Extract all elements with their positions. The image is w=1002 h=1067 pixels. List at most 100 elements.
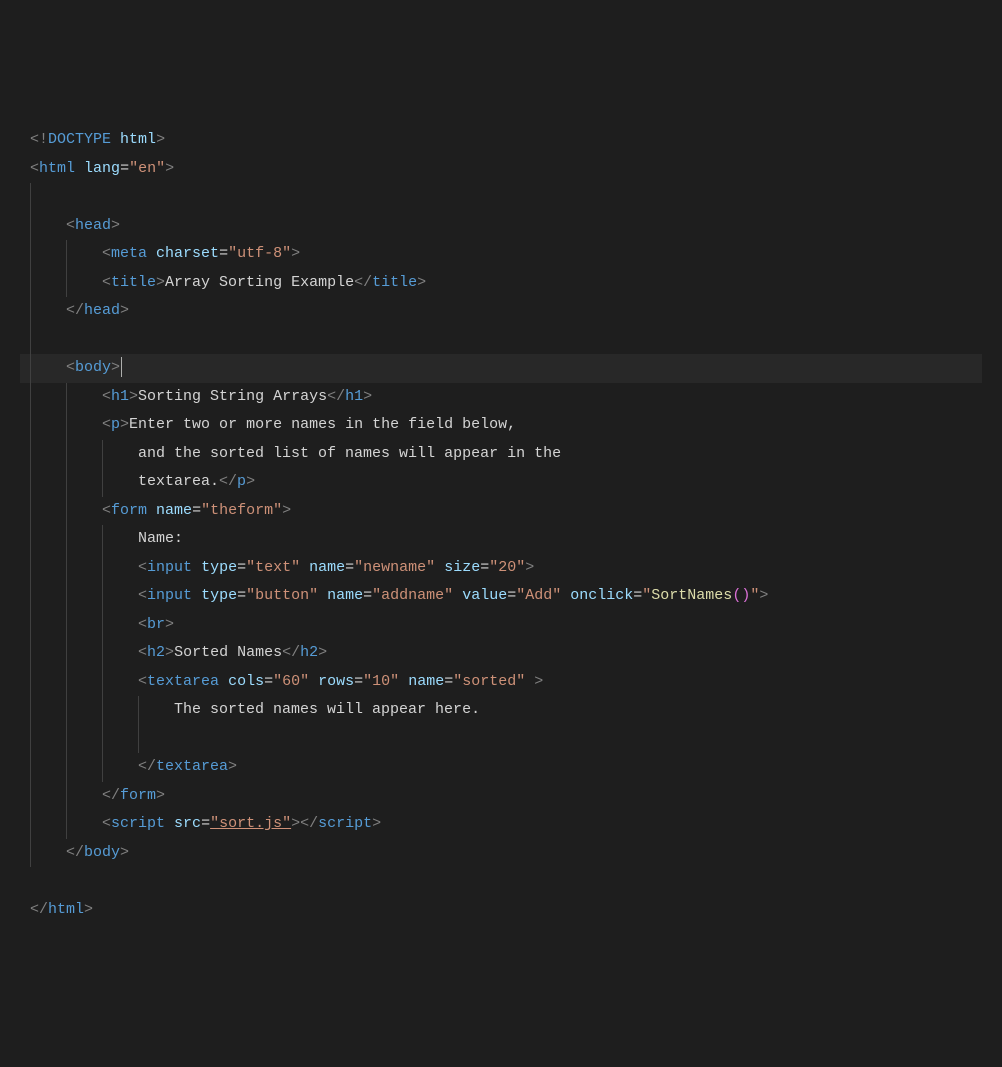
- token: script: [318, 815, 372, 832]
- code-line[interactable]: <input type="text" name="newname" size="…: [20, 554, 982, 583]
- line-content: <html lang="en">: [20, 155, 174, 184]
- code-line[interactable]: <html lang="en">: [20, 155, 982, 184]
- token: title: [111, 274, 156, 291]
- indent-guide: [30, 183, 31, 212]
- token: >: [363, 388, 372, 405]
- token: ></: [291, 815, 318, 832]
- code-line[interactable]: [20, 326, 982, 355]
- code-line[interactable]: </head>: [20, 297, 982, 326]
- token: =: [201, 815, 210, 832]
- code-line[interactable]: <meta charset="utf-8">: [20, 240, 982, 269]
- code-line[interactable]: <p>Enter two or more names in the field …: [20, 411, 982, 440]
- token: size: [444, 559, 480, 576]
- token: >: [282, 502, 291, 519]
- token: =: [264, 673, 273, 690]
- token: <: [66, 217, 75, 234]
- code-line[interactable]: </html>: [20, 896, 982, 925]
- indent-guide: [102, 725, 103, 754]
- code-line[interactable]: </form>: [20, 782, 982, 811]
- token: SortNames: [651, 587, 732, 604]
- code-line[interactable]: The sorted names will appear here.: [20, 696, 982, 725]
- code-line[interactable]: <head>: [20, 212, 982, 241]
- token: "en": [129, 160, 165, 177]
- token: "newname": [354, 559, 435, 576]
- line-content: and the sorted list of names will appear…: [20, 440, 561, 469]
- code-editor[interactable]: <!DOCTYPE html><html lang="en"><head><me…: [20, 126, 982, 924]
- token: h2: [147, 644, 165, 661]
- line-content: <title>Array Sorting Example</title>: [20, 269, 426, 298]
- line-content: </form>: [20, 782, 165, 811]
- token: Enter two or more names in the field bel…: [129, 416, 516, 433]
- token: >: [372, 815, 381, 832]
- token: The sorted names will appear here.: [174, 701, 480, 718]
- token: body: [75, 359, 111, 376]
- token: >: [156, 274, 165, 291]
- line-content: <input type="button" name="addname" valu…: [20, 582, 768, 611]
- line-content: <head>: [20, 212, 120, 241]
- line-content: </textarea>: [20, 753, 237, 782]
- code-line[interactable]: <title>Array Sorting Example</title>: [20, 269, 982, 298]
- code-line[interactable]: [20, 183, 982, 212]
- token: =: [237, 559, 246, 576]
- token: [318, 587, 327, 604]
- token: Sorted Names: [174, 644, 282, 661]
- token: [147, 245, 156, 262]
- token: form: [111, 502, 147, 519]
- line-content: </head>: [20, 297, 129, 326]
- line-content: </html>: [20, 896, 93, 925]
- code-line[interactable]: <textarea cols="60" rows="10" name="sort…: [20, 668, 982, 697]
- token: >: [120, 844, 129, 861]
- token: >: [291, 245, 300, 262]
- line-content: </body>: [20, 839, 129, 868]
- token: "20": [489, 559, 525, 576]
- token: type: [201, 559, 237, 576]
- token: head: [84, 302, 120, 319]
- code-line[interactable]: Name:: [20, 525, 982, 554]
- token: =: [219, 245, 228, 262]
- token: name: [408, 673, 444, 690]
- token: [192, 587, 201, 604]
- token: DOCTYPE: [48, 131, 111, 148]
- indent-guide: [30, 725, 31, 754]
- token: "sorted": [453, 673, 525, 690]
- token: body: [84, 844, 120, 861]
- token: [300, 559, 309, 576]
- code-line[interactable]: <br>: [20, 611, 982, 640]
- code-line[interactable]: </body>: [20, 839, 982, 868]
- code-line[interactable]: and the sorted list of names will appear…: [20, 440, 982, 469]
- token: lang: [84, 160, 120, 177]
- token: >: [111, 359, 120, 376]
- token: >: [534, 673, 543, 690]
- code-line[interactable]: <body>: [20, 354, 982, 383]
- token: src: [174, 815, 201, 832]
- token: [399, 673, 408, 690]
- token: >: [129, 388, 138, 405]
- code-line[interactable]: </textarea>: [20, 753, 982, 782]
- token: <: [138, 673, 147, 690]
- token: >: [111, 217, 120, 234]
- token: p: [237, 473, 246, 490]
- code-line[interactable]: <input type="button" name="addname" valu…: [20, 582, 982, 611]
- code-line[interactable]: <form name="theform">: [20, 497, 982, 526]
- token: value: [462, 587, 507, 604]
- token: charset: [156, 245, 219, 262]
- token: </: [102, 787, 120, 804]
- token: type: [201, 587, 237, 604]
- token: [75, 160, 84, 177]
- code-line[interactable]: [20, 867, 982, 896]
- code-line[interactable]: <script src="sort.js"></script>: [20, 810, 982, 839]
- token: form: [120, 787, 156, 804]
- token: >: [759, 587, 768, 604]
- token: >: [84, 901, 93, 918]
- token: ": [750, 587, 759, 604]
- code-line[interactable]: textarea.</p>: [20, 468, 982, 497]
- token: "text": [246, 559, 300, 576]
- token: </: [66, 844, 84, 861]
- code-line[interactable]: <h2>Sorted Names</h2>: [20, 639, 982, 668]
- code-line[interactable]: [20, 725, 982, 754]
- code-line[interactable]: <h1>Sorting String Arrays</h1>: [20, 383, 982, 412]
- token: [111, 131, 120, 148]
- token: </: [282, 644, 300, 661]
- token: =: [480, 559, 489, 576]
- code-line[interactable]: <!DOCTYPE html>: [20, 126, 982, 155]
